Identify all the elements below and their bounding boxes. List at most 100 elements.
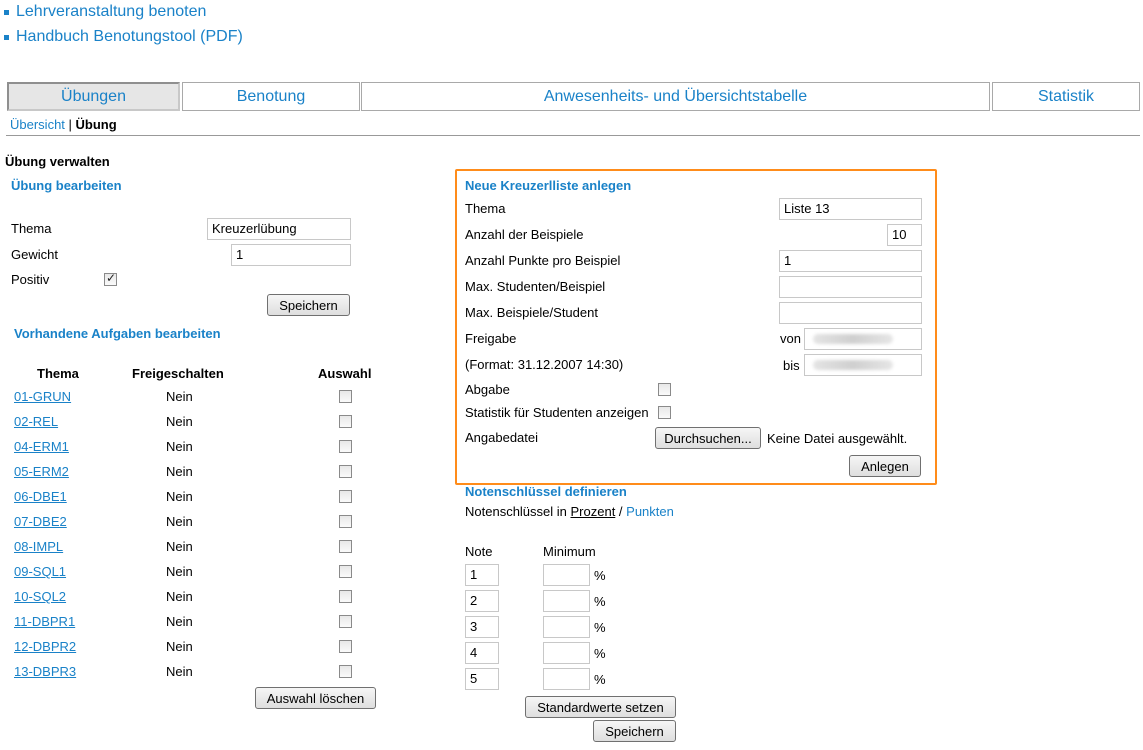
save-grades-button[interactable]: Speichern — [593, 720, 676, 742]
percent-unit: % — [594, 672, 606, 687]
nl-abgabe-label: Abgabe — [465, 382, 510, 397]
task-select-checkbox[interactable] — [339, 490, 352, 503]
task-link[interactable]: 10-SQL2 — [14, 589, 66, 604]
redacted-date — [813, 334, 893, 344]
percent-unit: % — [594, 620, 606, 635]
bullet-icon — [4, 34, 9, 40]
task-freigeschalten: Nein — [166, 414, 193, 429]
breadcrumb-uebersicht[interactable]: Übersicht — [10, 117, 65, 132]
nl-max-bsp-input[interactable] — [779, 302, 922, 324]
grade-note-input[interactable]: 3 — [465, 616, 499, 638]
task-select-checkbox[interactable] — [339, 465, 352, 478]
nl-von-input[interactable] — [804, 328, 922, 350]
col-note: Note — [465, 544, 493, 559]
task-link[interactable]: 06-DBE1 — [14, 489, 67, 504]
delete-selection-button[interactable]: Auswahl löschen — [255, 687, 376, 709]
task-select-checkbox[interactable] — [339, 640, 352, 653]
grade-minimum-input[interactable] — [543, 616, 590, 638]
grade-note-input[interactable]: 1 — [465, 564, 499, 586]
task-freigeschalten: Nein — [166, 489, 193, 504]
task-select-checkbox[interactable] — [339, 515, 352, 528]
task-freigeschalten: Nein — [166, 514, 193, 529]
task-link[interactable]: 13-DBPR3 — [14, 664, 76, 679]
gewicht-label: Gewicht — [11, 247, 58, 262]
task-freigeschalten: Nein — [166, 539, 193, 554]
save-edit-button[interactable]: Speichern — [267, 294, 350, 316]
col-thema: Thema — [37, 366, 79, 381]
nl-punkte-input[interactable]: 1 — [779, 250, 922, 272]
grade-note-input[interactable]: 5 — [465, 668, 499, 690]
defaults-button[interactable]: Standardwerte setzen — [525, 696, 676, 718]
task-freigeschalten: Nein — [166, 439, 193, 454]
statistik-checkbox[interactable] — [658, 406, 671, 419]
task-select-checkbox[interactable] — [339, 565, 352, 578]
task-link[interactable]: 01-GRUN — [14, 389, 71, 404]
mode-percent-link[interactable]: Prozent — [571, 504, 616, 519]
nl-statistik-label: Statistik für Studenten anzeigen — [465, 405, 649, 420]
new-list-heading: Neue Kreuzerlliste anlegen — [465, 178, 632, 193]
task-link[interactable]: 08-IMPL — [14, 539, 63, 554]
abgabe-checkbox[interactable] — [658, 383, 671, 396]
nl-max-stud-input[interactable] — [779, 276, 922, 298]
task-freigeschalten: Nein — [166, 464, 193, 479]
nl-bis-label: bis — [783, 358, 800, 373]
positiv-checkbox[interactable] — [104, 271, 117, 286]
nl-punkte-label: Anzahl Punkte pro Beispiel — [465, 253, 621, 268]
task-freigeschalten: Nein — [166, 589, 193, 604]
link-handbuch-pdf[interactable]: Handbuch Benotungstool (PDF) — [4, 28, 243, 46]
nl-thema-input[interactable]: Liste 13 — [779, 198, 922, 220]
task-select-checkbox[interactable] — [339, 615, 352, 628]
positiv-label: Positiv — [11, 272, 50, 287]
task-select-checkbox[interactable] — [339, 415, 352, 428]
tab-uebungen[interactable]: Übungen — [7, 82, 180, 111]
no-file-text: Keine Datei ausgewählt. — [767, 431, 908, 446]
thema-input[interactable]: Kreuzerlübung — [207, 218, 351, 240]
nl-anzahl-input[interactable]: 10 — [887, 224, 922, 246]
nl-freigabe-label: Freigabe — [465, 331, 517, 346]
nl-max-stud-label: Max. Studenten/Beispiel — [465, 279, 606, 294]
nl-format-label: (Format: 31.12.2007 14:30) — [465, 357, 624, 372]
task-link[interactable]: 12-DBPR2 — [14, 639, 76, 654]
nl-max-bsp-label: Max. Beispiele/Student — [465, 305, 598, 320]
task-select-checkbox[interactable] — [339, 540, 352, 553]
create-button[interactable]: Anlegen — [849, 455, 921, 477]
gewicht-input[interactable]: 1 — [231, 244, 351, 266]
nl-von-label: von — [780, 331, 801, 346]
grade-mode: Notenschlüssel in Prozent / Punkten — [465, 504, 674, 519]
task-select-checkbox[interactable] — [339, 440, 352, 453]
breadcrumb: Übersicht | Übung — [10, 117, 117, 132]
edit-heading: Übung bearbeiten — [11, 178, 122, 193]
task-select-checkbox[interactable] — [339, 590, 352, 603]
task-freigeschalten: Nein — [166, 639, 193, 654]
redacted-date — [813, 360, 893, 370]
grade-minimum-input[interactable] — [543, 590, 590, 612]
grade-note-input[interactable]: 4 — [465, 642, 499, 664]
task-freigeschalten: Nein — [166, 564, 193, 579]
task-select-checkbox[interactable] — [339, 665, 352, 678]
browse-button[interactable]: Durchsuchen... — [655, 427, 761, 449]
tab-benotung[interactable]: Benotung — [182, 82, 360, 111]
nl-angabe-label: Angabedatei — [465, 430, 539, 445]
grade-minimum-input[interactable] — [543, 668, 590, 690]
nl-thema-label: Thema — [465, 201, 506, 216]
col-auswahl: Auswahl — [318, 366, 372, 381]
task-link[interactable]: 02-REL — [14, 414, 58, 429]
link-lehrveranstaltung-benoten[interactable]: Lehrveranstaltung benoten — [4, 3, 206, 21]
tab-statistik[interactable]: Statistik — [992, 82, 1140, 111]
task-select-checkbox[interactable] — [339, 390, 352, 403]
mode-points-link[interactable]: Punkten — [626, 504, 674, 519]
grade-note-input[interactable]: 2 — [465, 590, 499, 612]
task-link[interactable]: 05-ERM2 — [14, 464, 69, 479]
task-link[interactable]: 09-SQL1 — [14, 564, 66, 579]
task-link[interactable]: 11-DBPR1 — [14, 614, 75, 629]
task-freigeschalten: Nein — [166, 614, 193, 629]
task-link[interactable]: 04-ERM1 — [14, 439, 69, 454]
nl-bis-input[interactable] — [804, 354, 922, 376]
grade-minimum-input[interactable] — [543, 642, 590, 664]
tab-anwesenheit[interactable]: Anwesenheits- und Übersichtstabelle — [361, 82, 990, 111]
percent-unit: % — [594, 646, 606, 661]
grade-minimum-input[interactable] — [543, 564, 590, 586]
col-minimum: Minimum — [543, 544, 596, 559]
percent-unit: % — [594, 594, 606, 609]
task-link[interactable]: 07-DBE2 — [14, 514, 67, 529]
